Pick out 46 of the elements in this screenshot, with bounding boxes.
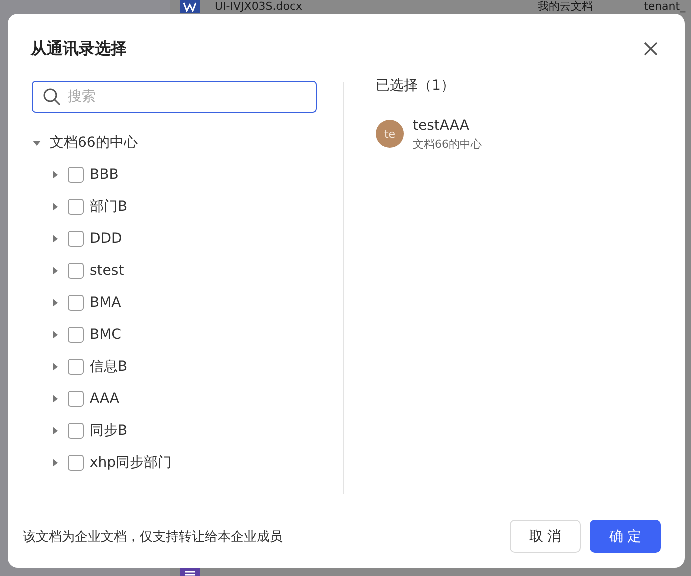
checkbox[interactable]	[68, 231, 84, 247]
confirm-button[interactable]: 确 定	[590, 520, 661, 553]
file-location: 我的云文档	[538, 0, 593, 14]
member-department: 文档66的中心	[413, 137, 482, 152]
file-name: UI-IVJX03S.docx	[215, 0, 303, 13]
tree-node-label[interactable]: 文档66的中心	[50, 134, 138, 152]
checkbox[interactable]	[68, 199, 84, 215]
collapsed-caret-icon[interactable]	[50, 330, 60, 340]
tree-node-label[interactable]: DDD	[90, 231, 122, 247]
tree-node-label[interactable]: 部门B	[90, 198, 128, 216]
avatar: te	[376, 120, 404, 148]
collapsed-caret-icon[interactable]	[50, 234, 60, 244]
member-name: testAAA	[413, 118, 470, 134]
tree-node-label[interactable]: BMA	[90, 295, 122, 311]
tree-node-label[interactable]: 同步B	[90, 422, 128, 440]
collapsed-caret-icon[interactable]	[50, 170, 60, 180]
footer-note: 该文档为企业文档，仅支持转让给本企业成员	[23, 528, 283, 546]
checkbox[interactable]	[68, 327, 84, 343]
checkbox[interactable]	[68, 423, 84, 439]
checkbox[interactable]	[68, 263, 84, 279]
checkbox[interactable]	[68, 167, 84, 183]
cancel-button[interactable]: 取 消	[510, 520, 581, 553]
selected-heading: 已选择（1）	[376, 77, 456, 95]
expanded-caret-icon[interactable]	[32, 138, 42, 148]
tree-node-label[interactable]: BBB	[90, 167, 119, 183]
collapsed-caret-icon[interactable]	[50, 266, 60, 276]
tree-node-label[interactable]: AAA	[90, 391, 120, 407]
checkbox[interactable]	[68, 391, 84, 407]
search-field[interactable]: 搜索	[32, 81, 317, 113]
close-icon[interactable]	[643, 41, 659, 57]
collapsed-caret-icon[interactable]	[50, 298, 60, 308]
search-icon	[43, 88, 61, 106]
tree-node-label[interactable]: BMC	[90, 327, 122, 343]
checkbox[interactable]	[68, 359, 84, 375]
collapsed-caret-icon[interactable]	[50, 394, 60, 404]
tree-node-label[interactable]: xhp同步部门	[90, 454, 172, 472]
dialog-title: 从通讯录选择	[31, 38, 127, 60]
tree-node-label[interactable]: 信息B	[90, 358, 128, 376]
checkbox[interactable]	[68, 455, 84, 471]
collapsed-caret-icon[interactable]	[50, 426, 60, 436]
collapsed-caret-icon[interactable]	[50, 458, 60, 468]
collapsed-caret-icon[interactable]	[50, 362, 60, 372]
tree-node-label[interactable]: stest	[90, 263, 124, 279]
checkbox[interactable]	[68, 295, 84, 311]
collapsed-caret-icon[interactable]	[50, 202, 60, 212]
file-owner: tenant_	[644, 0, 686, 13]
